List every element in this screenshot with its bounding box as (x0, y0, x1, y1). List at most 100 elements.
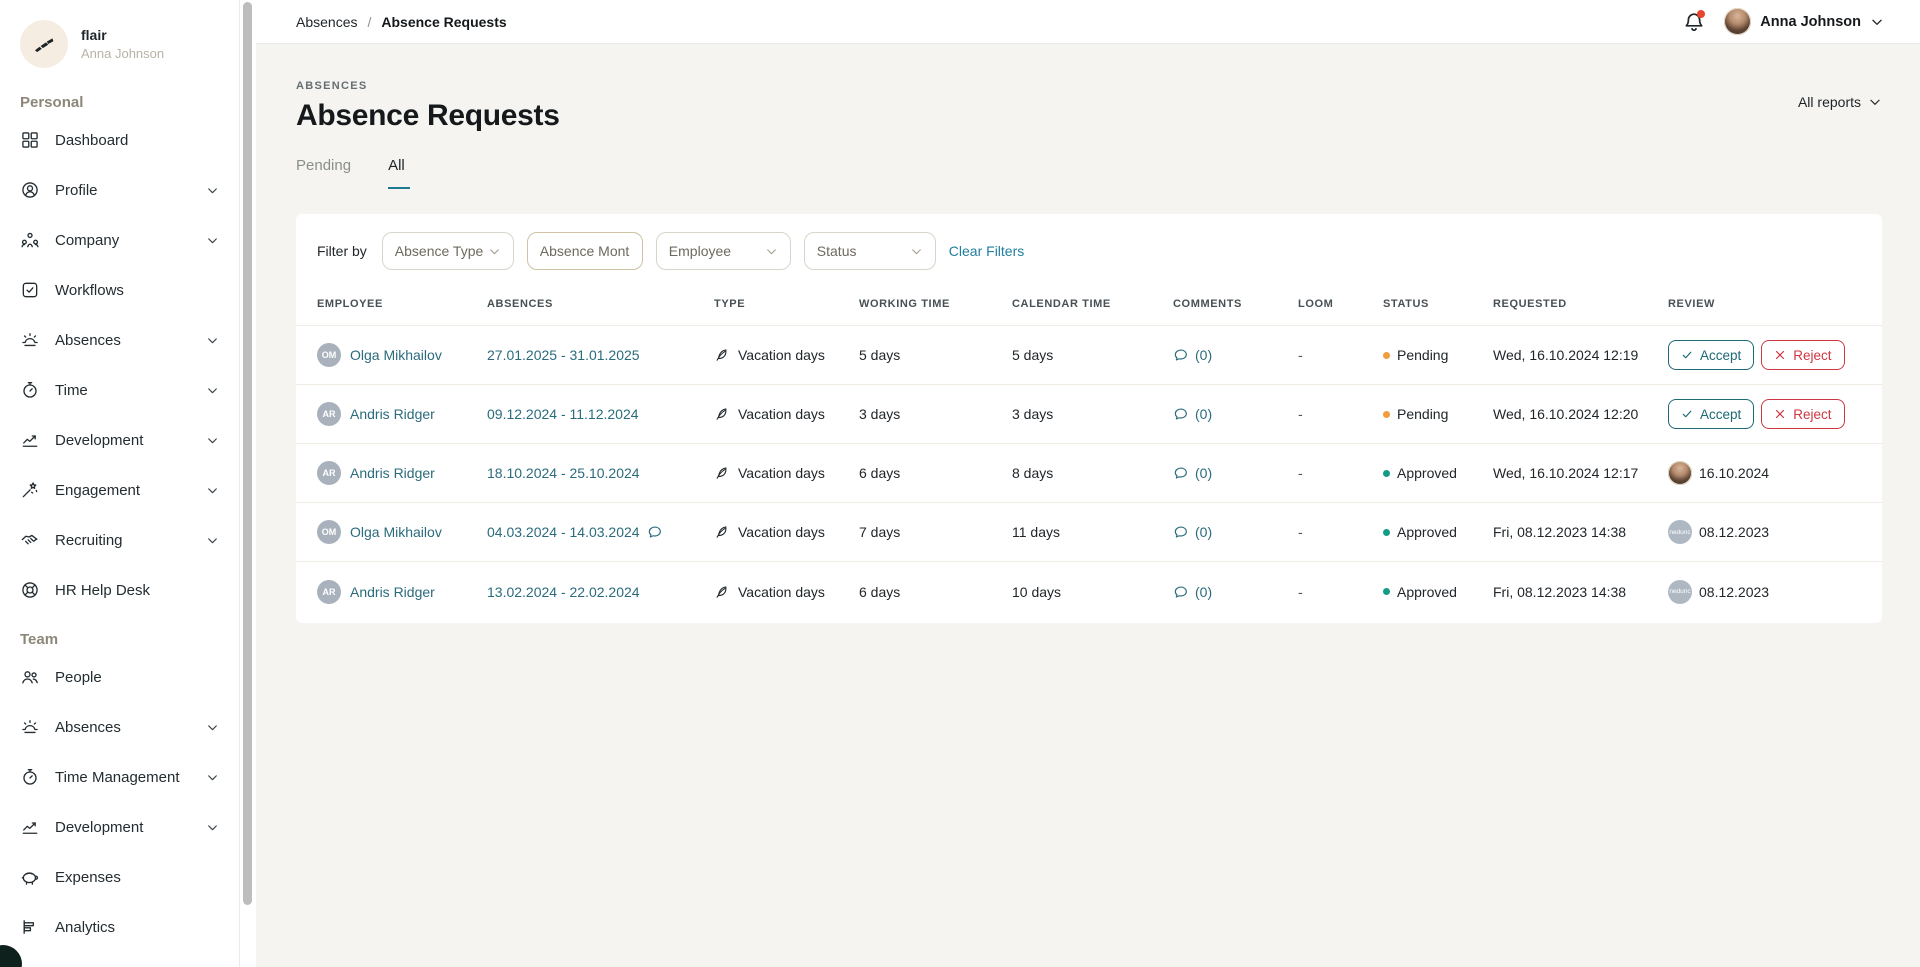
chevron-down-icon (1868, 95, 1882, 109)
comments-link[interactable]: (0) (1173, 406, 1298, 422)
sidebar-item-company[interactable]: Company (0, 215, 239, 265)
reject-button[interactable]: Reject (1761, 399, 1844, 429)
sidebar-item-label: Time Management (55, 769, 180, 786)
employee-link[interactable]: Olga Mikhailov (350, 347, 442, 363)
user-avatar (1724, 8, 1751, 35)
table-body: OMOlga Mikhailov27.01.2025 - 31.01.2025V… (296, 326, 1882, 621)
sidebar-item-recruiting[interactable]: Recruiting (0, 515, 239, 565)
employee-avatar: AR (317, 580, 341, 604)
calendar-time: 11 days (1012, 524, 1173, 540)
sidebar-item-time-management[interactable]: Time Management (0, 752, 239, 802)
accept-label: Accept (1700, 348, 1741, 363)
notification-dot (1697, 10, 1705, 18)
chevron-down-icon (206, 434, 219, 447)
column-header-working-time: WORKING TIME (859, 298, 1012, 310)
status-dot (1383, 470, 1390, 477)
chevron-down-icon (206, 384, 219, 397)
sidebar-item-label: Workflows (55, 282, 124, 299)
status-dot (1383, 352, 1390, 359)
comment-bubble-icon (647, 524, 663, 540)
expenses-icon (20, 867, 40, 887)
sidebar-item-dashboard[interactable]: Dashboard (0, 115, 239, 165)
flair-logo-icon (20, 20, 68, 68)
nav-section-label-personal: Personal (0, 94, 239, 111)
absences-icon (20, 330, 40, 350)
absence-dates-link[interactable]: 13.02.2024 - 22.02.2024 (487, 584, 640, 600)
comments-count: (0) (1195, 406, 1212, 422)
breadcrumb-absence-requests: Absence Requests (381, 14, 506, 30)
calendar-time: 5 days (1012, 347, 1173, 363)
brand[interactable]: flair Anna Johnson (0, 20, 239, 68)
comment-bubble-icon (1173, 524, 1189, 540)
requested-timestamp: Fri, 08.12.2023 14:38 (1493, 584, 1668, 600)
sidebar-item-label: Expenses (55, 869, 121, 886)
sidebar-item-engagement[interactable]: Engagement (0, 465, 239, 515)
accept-button[interactable]: Accept (1668, 399, 1754, 429)
nav-section-label-team: Team (0, 631, 239, 648)
table-row: OMOlga Mikhailov04.03.2024 - 14.03.2024V… (296, 503, 1882, 562)
comments-link[interactable]: (0) (1173, 347, 1298, 363)
sidebar-item-development[interactable]: Development (0, 415, 239, 465)
chevron-down-icon (206, 484, 219, 497)
comments-link[interactable]: (0) (1173, 584, 1298, 600)
requested-timestamp: Wed, 16.10.2024 12:17 (1493, 465, 1668, 481)
sidebar-item-label: Development (55, 432, 143, 449)
absence-dates-link[interactable]: 18.10.2024 - 25.10.2024 (487, 465, 640, 481)
chevron-down-icon (488, 245, 501, 258)
sidebar-item-hr-help-desk[interactable]: HR Help Desk (0, 565, 239, 615)
bell-icon[interactable] (1682, 10, 1706, 34)
table-row: OMOlga Mikhailov27.01.2025 - 31.01.2025V… (296, 326, 1882, 385)
status-label: Approved (1397, 584, 1457, 600)
user-menu[interactable]: Anna Johnson (1724, 8, 1884, 35)
status-filter[interactable]: Status (804, 232, 936, 270)
absence-type: Vacation days (738, 584, 825, 600)
employee-link[interactable]: Andris Ridger (350, 465, 435, 481)
sidebar-item-development[interactable]: Development (0, 802, 239, 852)
absence-dates-link[interactable]: 04.03.2024 - 14.03.2024 (487, 524, 640, 540)
breadcrumb-absences[interactable]: Absences (296, 14, 357, 30)
accept-button[interactable]: Accept (1668, 340, 1754, 370)
status-badge: Approved (1383, 584, 1493, 600)
comments-link[interactable]: (0) (1173, 465, 1298, 481)
development-icon (20, 817, 40, 837)
chevron-down-icon (206, 234, 219, 247)
sidebar-item-label: Profile (55, 182, 98, 199)
status-dot (1383, 588, 1390, 595)
column-header-type: TYPE (714, 298, 859, 310)
employee-link[interactable]: Olga Mikhailov (350, 524, 442, 540)
tab-pending[interactable]: Pending (296, 157, 351, 189)
clear-filters-link[interactable]: Clear Filters (949, 243, 1024, 259)
workflows-icon (20, 280, 40, 300)
status-badge: Approved (1383, 524, 1493, 540)
reviewer-avatar (1668, 461, 1692, 485)
absence-type-filter[interactable]: Absence Type (382, 232, 514, 270)
employee-filter[interactable]: Employee (656, 232, 791, 270)
all-reports-dropdown[interactable]: All reports (1798, 94, 1882, 110)
sidebar-scrollbar-thumb[interactable] (243, 2, 252, 905)
sidebar-item-absences[interactable]: Absences (0, 702, 239, 752)
absence-type: Vacation days (738, 465, 825, 481)
tab-all[interactable]: All (388, 157, 410, 189)
comment-bubble-icon (1173, 347, 1189, 363)
review-cell: nedunc08.12.2023 (1668, 520, 1861, 544)
employee-link[interactable]: Andris Ridger (350, 406, 435, 422)
sidebar-nav: Personal Dashboard Profile Company Workflows… (0, 94, 239, 952)
absence-type: Vacation days (738, 347, 825, 363)
employee-link[interactable]: Andris Ridger (350, 584, 435, 600)
sidebar-item-expenses[interactable]: Expenses (0, 852, 239, 902)
comments-link[interactable]: (0) (1173, 524, 1298, 540)
sidebar-item-absences[interactable]: Absences (0, 315, 239, 365)
absence-dates-link[interactable]: 27.01.2025 - 31.01.2025 (487, 347, 640, 363)
filter-by-label: Filter by (317, 243, 367, 259)
reject-button[interactable]: Reject (1761, 340, 1844, 370)
absence-dates-link[interactable]: 09.12.2024 - 11.12.2024 (487, 406, 639, 422)
absence-month-filter[interactable] (527, 232, 643, 270)
sidebar-item-people[interactable]: People (0, 652, 239, 702)
sidebar-item-time[interactable]: Time (0, 365, 239, 415)
sidebar-item-profile[interactable]: Profile (0, 165, 239, 215)
working-time: 6 days (859, 465, 1012, 481)
absence-requests-card: Filter by Absence Type Employee Status Cle… (296, 214, 1882, 623)
sidebar-scrollbar[interactable] (240, 0, 256, 967)
sidebar-item-analytics[interactable]: Analytics (0, 902, 239, 952)
sidebar-item-workflows[interactable]: Workflows (0, 265, 239, 315)
